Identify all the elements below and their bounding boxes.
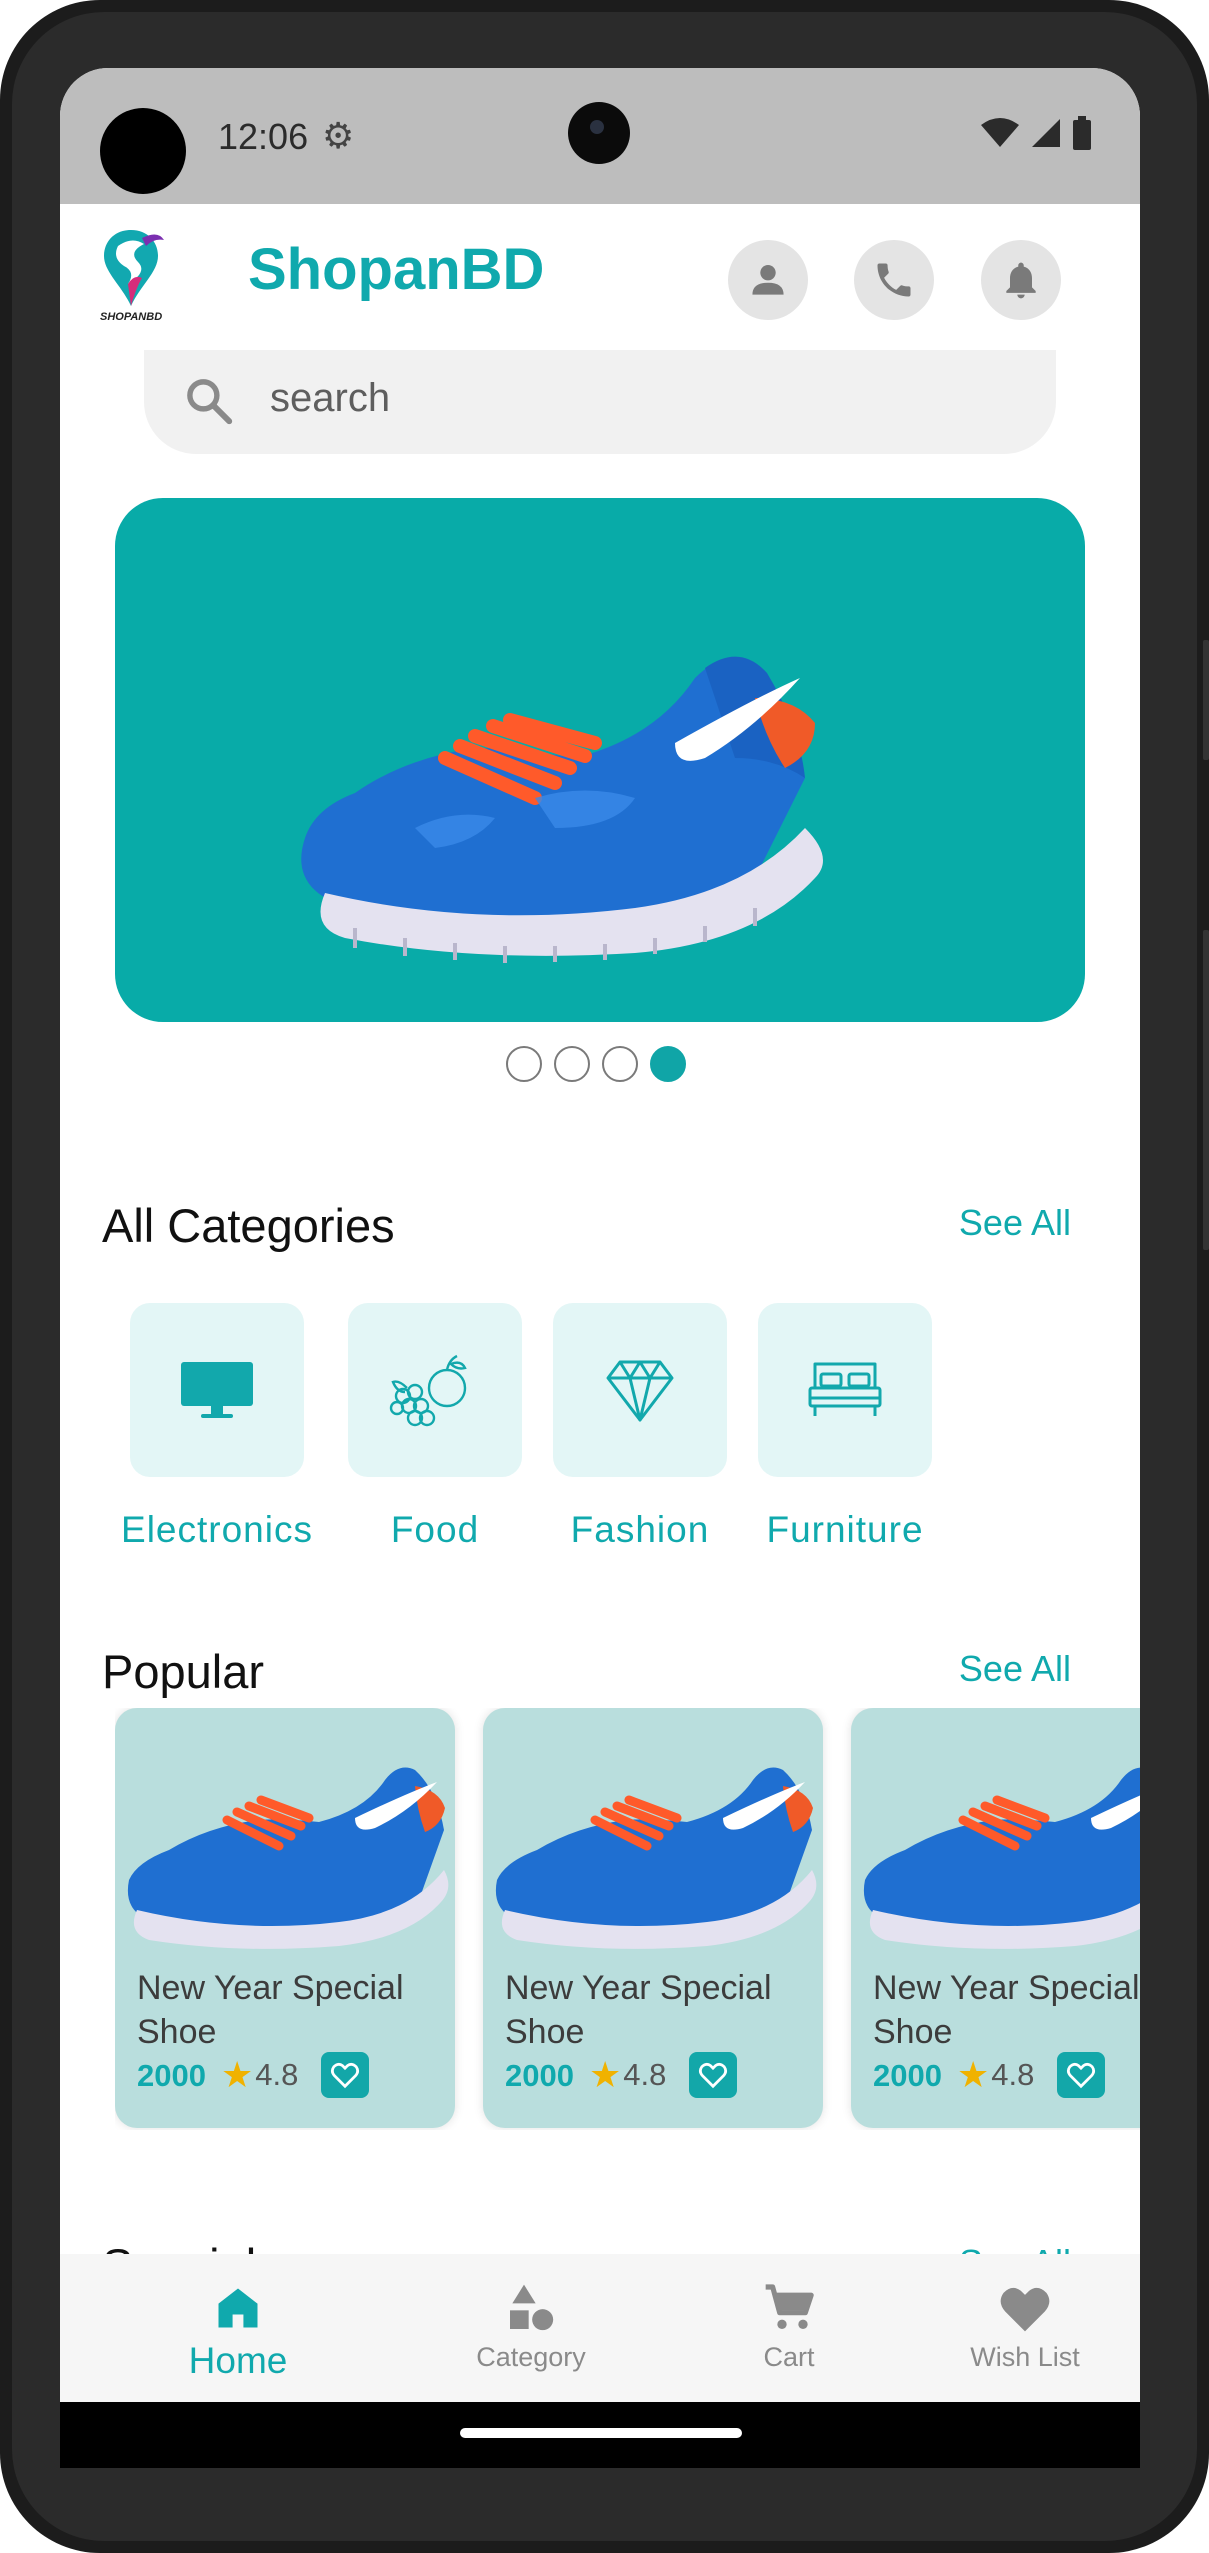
heart-icon <box>1000 2287 1050 2332</box>
home-gesture-handle[interactable] <box>460 2428 742 2438</box>
nav-home[interactable]: Home <box>168 2254 308 2402</box>
power-button <box>1203 930 1209 1250</box>
category-label: Furniture <box>766 1509 924 1550</box>
popular-see-all-link[interactable]: See All <box>959 1648 1071 1690</box>
nav-label: Home <box>188 2340 288 2381</box>
nav-cart[interactable]: Cart <box>734 2254 844 2402</box>
category-electronics[interactable]: Electronics <box>121 1303 312 1550</box>
product-rating: ★ 4.8 <box>221 2054 298 2096</box>
person-icon <box>752 264 784 295</box>
status-bar: 12:06 ⚙ <box>60 68 1140 204</box>
bed-icon <box>808 1362 882 1416</box>
search-input[interactable]: search <box>270 376 390 421</box>
carousel-dot[interactable] <box>554 1046 590 1082</box>
monitor-icon <box>181 1362 253 1418</box>
shoe-image <box>864 1767 1140 1949</box>
brand-title: ShopanBD <box>248 237 545 302</box>
wifi-icon <box>981 118 1019 147</box>
product-price: 2000 <box>505 2058 574 2093</box>
product-price: 2000 <box>873 2058 942 2093</box>
nav-label: Category <box>476 2342 586 2372</box>
phone-icon <box>877 263 911 297</box>
banner-pagination <box>506 1046 686 1082</box>
carousel-dot[interactable] <box>506 1046 542 1082</box>
popular-products-list[interactable]: New Year Special Shoe 2000 ★ 4.8 New Year… <box>115 1708 1140 2130</box>
shoe-image <box>301 656 823 963</box>
profile-button[interactable] <box>728 240 808 320</box>
app-screen: 12:06 ⚙ SHOPANBD ShopanBD search All Cat… <box>60 68 1140 2468</box>
signal-icon <box>1032 119 1060 147</box>
category-furniture[interactable]: Furniture <box>758 1303 932 1550</box>
bottom-navigation: Home Category Cart Wish List <box>60 2254 1140 2402</box>
rating-value: 4.8 <box>255 2057 299 2092</box>
shopanbd-logo: SHOPANBD <box>100 230 164 323</box>
nav-label: Cart <box>763 2342 815 2372</box>
heart-outline-icon <box>330 2062 360 2089</box>
nav-wishlist[interactable]: Wish List <box>950 2254 1100 2402</box>
category-tile[interactable] <box>553 1303 727 1477</box>
star-icon: ★ <box>957 2054 990 2095</box>
call-button[interactable] <box>854 240 934 320</box>
product-name: New Year Special Shoe <box>873 1969 1140 2051</box>
heart-outline-icon <box>698 2062 728 2089</box>
add-to-wishlist-button[interactable] <box>689 2052 737 2098</box>
diamond-icon <box>606 1360 674 1422</box>
product-price: 2000 <box>137 2058 206 2093</box>
rating-value: 4.8 <box>623 2057 667 2092</box>
product-rating: ★ 4.8 <box>957 2054 1034 2096</box>
popular-title: Popular <box>102 1645 264 1698</box>
category-fashion[interactable]: Fashion <box>553 1303 727 1550</box>
shapes-icon <box>510 2284 554 2331</box>
add-to-wishlist-button[interactable] <box>321 2052 369 2098</box>
category-label: Electronics <box>121 1509 313 1550</box>
add-to-wishlist-button[interactable] <box>1057 2052 1105 2098</box>
product-card[interactable]: New Year Special Shoe 2000 ★ 4.8 <box>115 1708 455 2128</box>
rating-value: 4.8 <box>991 2057 1035 2092</box>
product-name: New Year Special Shoe <box>137 1969 404 2051</box>
front-camera <box>568 102 630 164</box>
carousel-dot[interactable] <box>602 1046 638 1082</box>
shoe-image <box>495 1767 817 1949</box>
carousel-dot-active[interactable] <box>650 1046 686 1082</box>
star-icon: ★ <box>589 2054 622 2095</box>
volume-button <box>1203 640 1209 760</box>
camera-cutout <box>100 108 186 194</box>
heart-outline-icon <box>1066 2062 1096 2089</box>
product-name: New Year Special Shoe <box>505 1969 772 2051</box>
search-icon <box>187 379 233 425</box>
cart-icon <box>765 2284 814 2329</box>
notifications-button[interactable] <box>981 240 1061 320</box>
status-icons <box>980 116 1092 150</box>
fruits-icon <box>389 1354 467 1427</box>
categories-title: All Categories <box>102 1199 395 1252</box>
product-card[interactable]: New Year Special Shoe 2000 ★ 4.8 <box>851 1708 1140 2128</box>
nav-category[interactable]: Category <box>456 2254 606 2402</box>
bell-icon <box>1006 262 1036 299</box>
star-icon: ★ <box>221 2054 254 2095</box>
home-icon <box>218 2288 258 2328</box>
svg-text:SHOPANBD: SHOPANBD <box>100 311 162 323</box>
settings-icon: ⚙ <box>322 115 355 156</box>
categories-see-all-link[interactable]: See All <box>959 1202 1071 1244</box>
product-rating: ★ 4.8 <box>589 2054 666 2096</box>
category-food[interactable]: Food <box>348 1303 522 1550</box>
category-tile[interactable] <box>130 1303 304 1477</box>
shoe-image <box>127 1767 449 1949</box>
status-time: 12:06 <box>218 116 309 157</box>
promo-banner[interactable] <box>115 498 1085 1022</box>
product-card[interactable]: New Year Special Shoe 2000 ★ 4.8 <box>483 1708 823 2128</box>
search-bar[interactable]: search <box>144 350 1056 454</box>
battery-icon <box>1073 116 1091 150</box>
category-tile[interactable] <box>758 1303 932 1477</box>
nav-label: Wish List <box>970 2342 1080 2372</box>
category-tile[interactable] <box>348 1303 522 1477</box>
